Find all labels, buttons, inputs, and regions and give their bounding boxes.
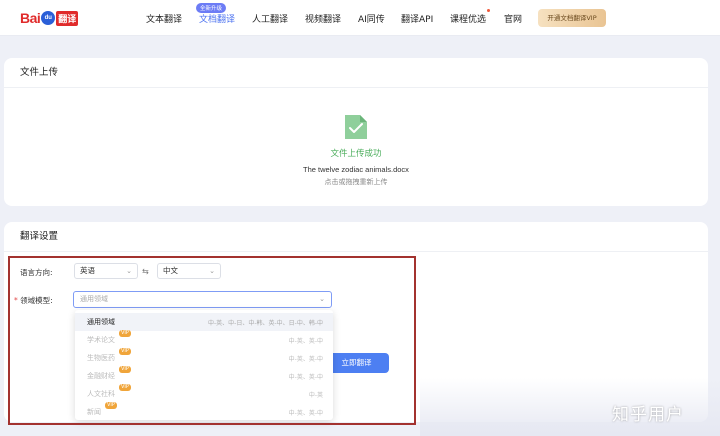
reupload-hint[interactable]: 点击或拖拽重新上传: [4, 177, 708, 187]
nav-human-translate[interactable]: 人工翻译: [252, 12, 288, 25]
nav-doc-translate[interactable]: 文档翻译: [199, 12, 235, 25]
highlight-annotation-box: [8, 256, 416, 425]
settings-panel-title: 翻译设置: [4, 222, 708, 252]
uploaded-file-name: The twelve zodiac animals.docx: [303, 165, 409, 174]
nav-text-translate[interactable]: 文本翻译: [146, 12, 182, 25]
upload-dropzone[interactable]: 文件上传成功 The twelve zodiac animals.docx 点击…: [4, 113, 708, 187]
nav-video-translate[interactable]: 视频翻译: [305, 12, 341, 25]
zhihu-watermark: 知乎用户: [612, 405, 684, 425]
upload-success-text: 文件上传成功: [330, 149, 382, 159]
document-check-icon: [343, 113, 369, 141]
top-header: Bai du 翻译 文本翻译 全新升级 文档翻译 人工翻译 视频翻译 AI同传 …: [0, 0, 720, 36]
notification-dot: [487, 9, 490, 12]
nav-translate-api[interactable]: 翻译API: [401, 12, 433, 25]
main-nav: 文本翻译 全新升级 文档翻译 人工翻译 视频翻译 AI同传 翻译API 课程优选…: [0, 0, 720, 36]
nav-courses[interactable]: 课程优选: [450, 12, 486, 25]
open-vip-button[interactable]: 开通文档翻译VIP: [538, 9, 606, 27]
nav-official-site[interactable]: 官网: [504, 12, 522, 25]
upload-panel: 文件上传 文件上传成功 The twelve zodiac animals.do…: [4, 58, 708, 206]
nav-ai-interpretation[interactable]: AI同传: [358, 12, 385, 25]
upload-panel-title: 文件上传: [4, 58, 708, 88]
